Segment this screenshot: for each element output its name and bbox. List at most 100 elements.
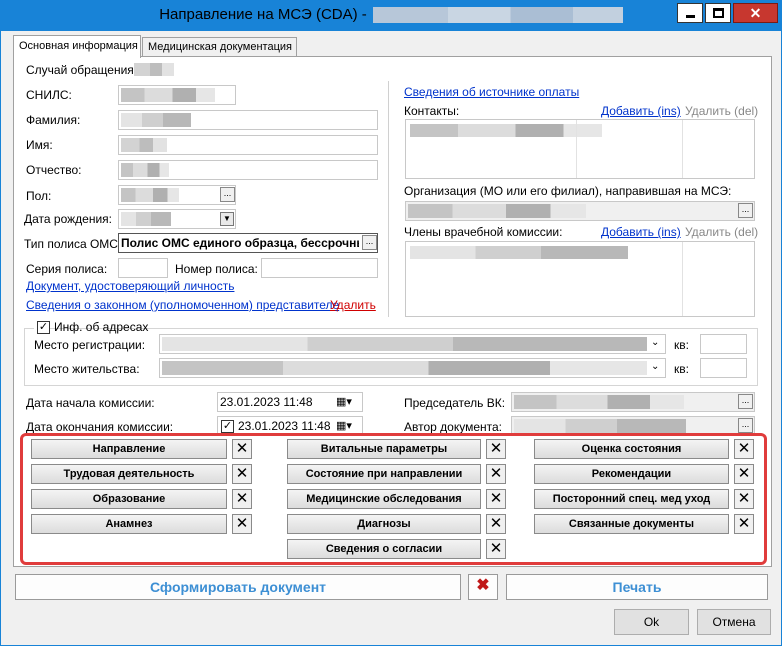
remove-education-icon[interactable]: ✕ <box>232 489 252 509</box>
generate-document-button[interactable]: Сформировать документ <box>15 574 461 600</box>
section-related-docs-button[interactable]: Связанные документы <box>534 514 729 534</box>
print-button[interactable]: Печать <box>506 574 768 600</box>
chair-field[interactable]: ... <box>511 392 755 412</box>
section-assessment-button[interactable]: Оценка состояния <box>534 439 729 459</box>
organization-field[interactable]: ... <box>405 201 755 221</box>
address-checkbox[interactable]: ✓ <box>37 321 50 334</box>
identity-document-link[interactable]: Документ, удостоверяющий личность <box>26 279 234 293</box>
remove-vitals-icon[interactable]: ✕ <box>486 439 506 459</box>
section-examinations-button[interactable]: Медицинские обследования <box>287 489 481 509</box>
residence-label: Место жительства: <box>34 362 140 376</box>
remove-recommendations-icon[interactable]: ✕ <box>734 464 754 484</box>
surname-field[interactable] <box>118 110 378 130</box>
contacts-add-link[interactable]: Добавить (ins) <box>601 104 681 118</box>
remove-related-docs-icon[interactable]: ✕ <box>734 514 754 534</box>
remove-labor-icon[interactable]: ✕ <box>232 464 252 484</box>
address-checkbox-label: Инф. об адресах <box>54 320 149 334</box>
registration-field[interactable]: ⌄ <box>159 334 666 354</box>
ok-button[interactable]: Ok <box>614 609 689 635</box>
clear-document-button[interactable]: ✖ <box>468 574 498 600</box>
snils-redacted <box>121 88 215 102</box>
tab-main-info[interactable]: Основная информация <box>13 35 141 58</box>
section-diagnoses-button[interactable]: Диагнозы <box>287 514 481 534</box>
calendar-icon[interactable]: ▦▾ <box>336 395 352 408</box>
organization-label: Организация (МО или его филиал), направи… <box>404 184 732 198</box>
birthdate-dropdown-icon[interactable]: ▼ <box>220 212 234 226</box>
commission-members-list[interactable] <box>405 241 755 317</box>
calendar-icon[interactable]: ▦▾ <box>336 419 352 432</box>
section-care-button[interactable]: Посторонний спец. мед уход <box>534 489 729 509</box>
author-lookup-button[interactable]: ... <box>738 418 753 433</box>
legal-representative-link[interactable]: Сведения о законном (уполномоченном) пре… <box>26 298 339 312</box>
remove-condition-icon[interactable]: ✕ <box>486 464 506 484</box>
section-condition-button[interactable]: Состояние при направлении <box>287 464 481 484</box>
residence-apt-field[interactable] <box>700 358 747 378</box>
policy-series-field[interactable] <box>118 258 168 278</box>
commission-end-checkbox[interactable]: ✓ <box>221 420 234 433</box>
section-recommendations-button[interactable]: Рекомендации <box>534 464 729 484</box>
residence-dropdown-icon[interactable]: ⌄ <box>651 361 659 372</box>
section-vitals-button[interactable]: Витальные параметры <box>287 439 481 459</box>
residence-field[interactable]: ⌄ <box>159 358 666 378</box>
registration-dropdown-icon[interactable]: ⌄ <box>651 337 659 348</box>
remove-anamnesis-icon[interactable]: ✕ <box>232 514 252 534</box>
contacts-list[interactable] <box>405 119 755 179</box>
remove-diagnoses-icon[interactable]: ✕ <box>486 514 506 534</box>
policy-number-label: Номер полиса: <box>175 262 258 276</box>
remove-consent-icon[interactable]: ✕ <box>486 539 506 559</box>
sex-redacted <box>121 188 179 202</box>
sex-field[interactable]: ... <box>118 185 236 205</box>
remove-assessment-icon[interactable]: ✕ <box>734 439 754 459</box>
commission-members-label: Члены врачебной комиссии: <box>404 225 563 239</box>
policy-type-lookup-button[interactable]: ... <box>362 235 377 250</box>
author-redacted <box>514 419 686 433</box>
case-value-redacted <box>134 63 174 76</box>
surname-label: Фамилия: <box>26 113 81 127</box>
legal-representative-delete-link[interactable]: Удалить <box>330 298 376 312</box>
chair-lookup-button[interactable]: ... <box>738 394 753 409</box>
section-education-button[interactable]: Образование <box>31 489 227 509</box>
residence-redacted <box>162 361 647 375</box>
tab-medical-docs[interactable]: Медицинская документация <box>142 37 297 57</box>
snils-field[interactable] <box>118 85 236 105</box>
name-redacted <box>121 138 167 152</box>
title-bar[interactable]: Направление на МСЭ (CDA) - ✕ <box>1 1 781 31</box>
contacts-delete-link[interactable]: Удалить (del) <box>685 104 758 118</box>
sex-lookup-button[interactable]: ... <box>220 187 235 202</box>
commission-start-field[interactable]: 23.01.2023 11:48 ▦▾ <box>217 392 363 412</box>
remove-examinations-icon[interactable]: ✕ <box>486 489 506 509</box>
title-redacted <box>372 7 623 24</box>
section-consent-button[interactable]: Сведения о согласии <box>287 539 481 559</box>
name-label: Имя: <box>26 138 53 152</box>
policy-type-field[interactable]: Полис ОМС единого образца, бессрочный ..… <box>118 233 378 253</box>
maximize-button[interactable] <box>705 3 731 23</box>
registration-apt-field[interactable] <box>700 334 747 354</box>
birthdate-field[interactable]: ▼ <box>118 209 236 229</box>
window-title-text: Направление на МСЭ (CDA) - <box>159 6 367 23</box>
remove-napravlenie-icon[interactable]: ✕ <box>232 439 252 459</box>
members-delete-link[interactable]: Удалить (del) <box>685 225 758 239</box>
payment-source-link[interactable]: Сведения об источнике оплаты <box>404 85 579 99</box>
address-checkbox-wrap[interactable]: ✓ Инф. об адресах <box>34 319 148 335</box>
members-add-link[interactable]: Добавить (ins) <box>601 225 681 239</box>
remove-care-icon[interactable]: ✕ <box>734 489 754 509</box>
commission-start-value: 23.01.2023 11:48 <box>220 395 313 409</box>
members-row-redacted <box>410 246 628 259</box>
registration-label: Место регистрации: <box>34 338 146 352</box>
minimize-button[interactable] <box>677 3 703 23</box>
section-labor-button[interactable]: Трудовая деятельность <box>31 464 227 484</box>
minimize-icon <box>686 15 695 18</box>
case-label: Случай обращения: <box>26 63 138 77</box>
organization-lookup-button[interactable]: ... <box>738 203 753 218</box>
window-title: Направление на МСЭ (CDA) - <box>1 6 781 24</box>
policy-number-field[interactable] <box>261 258 378 278</box>
name-field[interactable] <box>118 135 378 155</box>
cancel-button[interactable]: Отмена <box>697 609 771 635</box>
contacts-row-redacted <box>410 124 602 137</box>
registration-apt-label: кв: <box>674 338 689 352</box>
section-anamnesis-button[interactable]: Анамнез <box>31 514 227 534</box>
close-button[interactable]: ✕ <box>733 3 778 23</box>
organization-redacted <box>408 204 586 218</box>
section-napravlenie-button[interactable]: Направление <box>31 439 227 459</box>
patronymic-field[interactable] <box>118 160 378 180</box>
